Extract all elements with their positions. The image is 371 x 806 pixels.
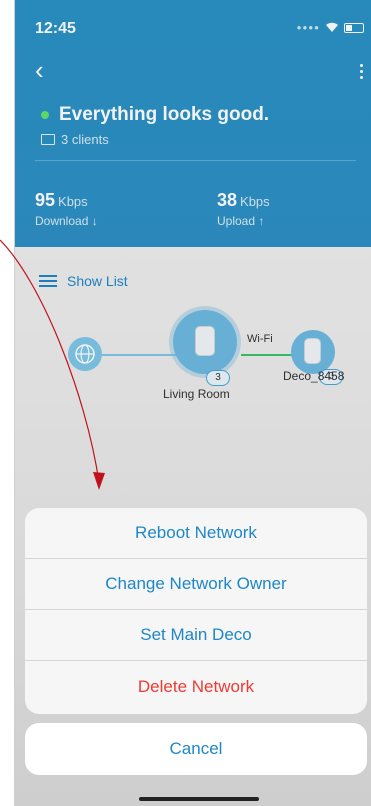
annotation-arrow-icon: [0, 239, 105, 490]
